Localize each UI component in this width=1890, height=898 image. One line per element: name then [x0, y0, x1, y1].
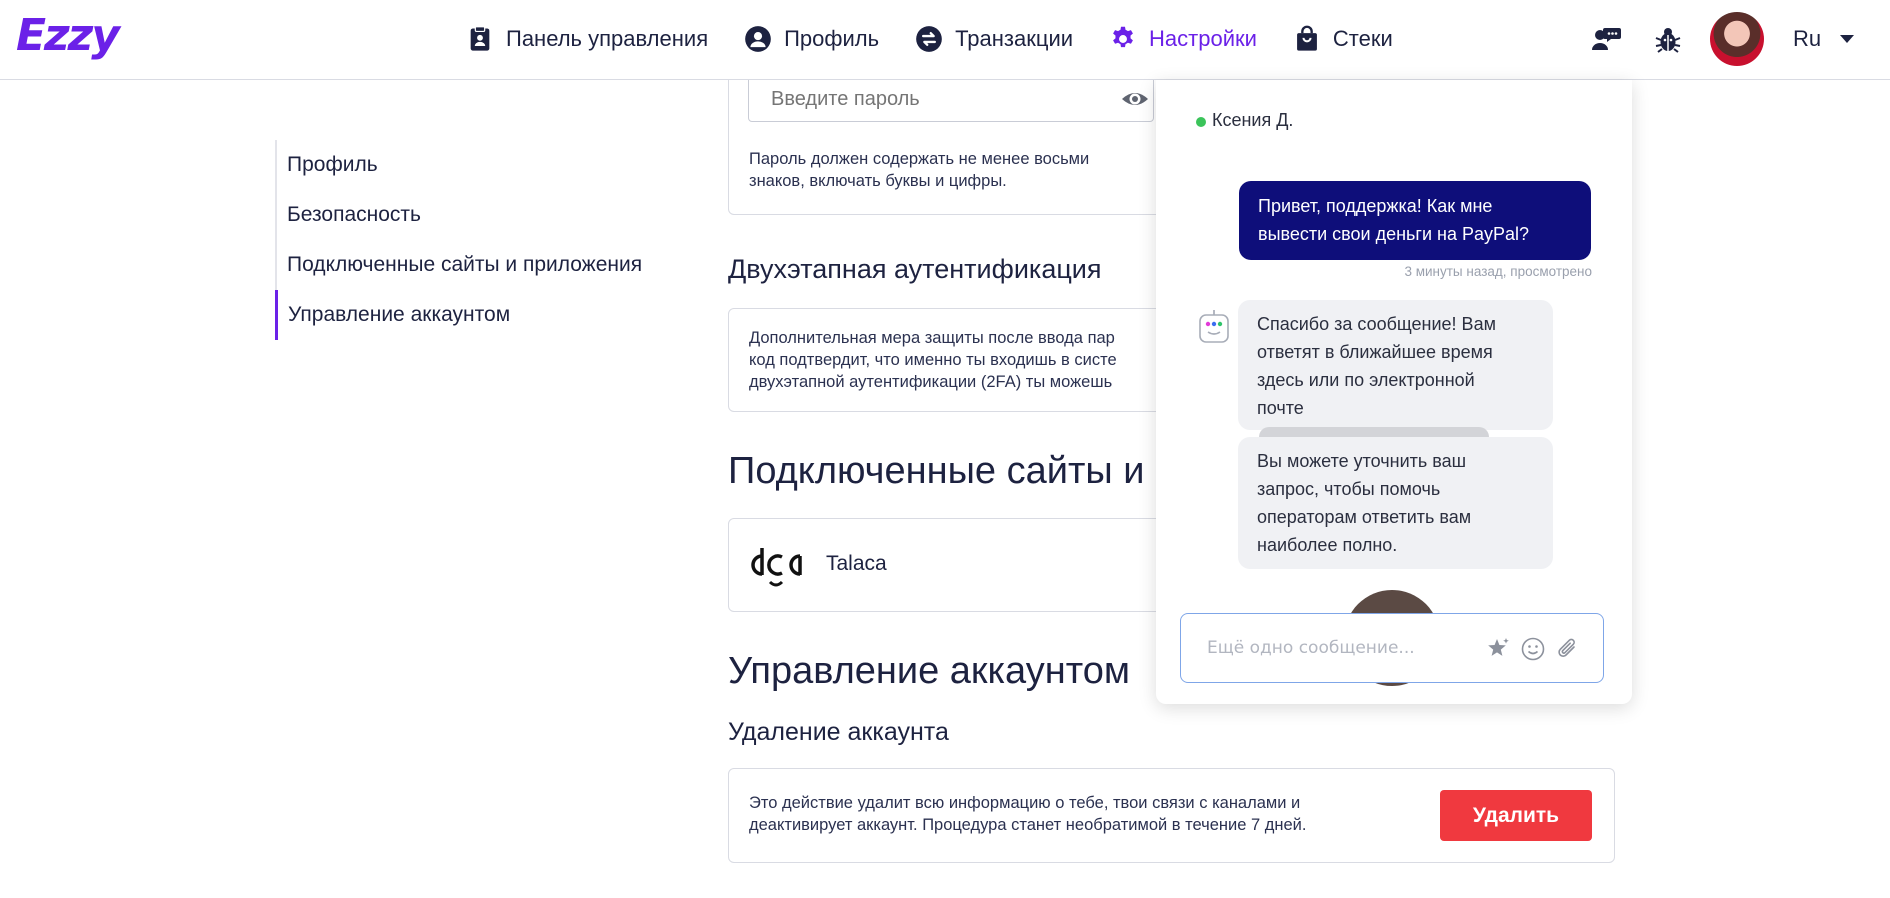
chevron-down-icon[interactable] [1840, 35, 1854, 43]
two-factor-line-3: двухэтапной аутентификации (2FA) ты може… [749, 373, 1113, 391]
bot-message-line: операторам ответить вам [1257, 507, 1472, 527]
user-circle-icon [745, 26, 771, 52]
talaca-logo-icon [751, 548, 802, 587]
clipboard-icon [470, 26, 490, 51]
user-avatar[interactable] [1710, 12, 1764, 66]
two-factor-line-2: код подтвердит, что именно ты входишь в … [749, 351, 1117, 369]
bot-avatar-icon [1199, 310, 1229, 343]
bot-message-bubble: Вы можете уточнить ваш запрос, чтобы пом… [1238, 437, 1553, 569]
delete-text-line-1: Это действие удалит всю информацию о теб… [749, 794, 1301, 812]
bot-message-line: здесь или по электронной [1257, 370, 1475, 390]
nav-item-dashboard[interactable]: Панель управления [466, 25, 708, 53]
bot-message-line: Вы можете уточнить ваш [1257, 451, 1467, 471]
nav-label: Стеки [1332, 26, 1393, 51]
nav-item-transactions[interactable]: Транзакции [915, 25, 1073, 53]
chat-message-input[interactable] [1205, 634, 1469, 662]
two-factor-title: Двухэтапная аутентификация [728, 254, 1102, 284]
delete-account-button[interactable]: Удалить [1440, 790, 1592, 841]
nav-label: Профиль [784, 26, 880, 51]
password-input[interactable] [748, 76, 1154, 122]
bot-message-line: ответят в ближайшее время [1257, 342, 1493, 362]
password-hint: Пароль должен содержать не менее восьми … [749, 150, 1090, 190]
settings-sidebar: Профиль Безопасность Подключенные сайты … [275, 140, 697, 340]
user-message-line: вывести свои деньги на PayPal? [1258, 224, 1530, 244]
sidebar-item-account-management[interactable]: Управление аккаунтом [275, 290, 697, 340]
main-nav: Панель управления Профиль Транзакции Нас… [466, 0, 1429, 78]
language-selector[interactable]: Ru [1793, 26, 1821, 52]
emoji-icon[interactable] [1520, 636, 1546, 662]
eye-icon[interactable] [1120, 84, 1150, 114]
star-magic-icon[interactable] [1486, 636, 1512, 662]
sidebar-item-connected-sites[interactable]: Подключенные сайты и приложения [277, 240, 697, 290]
exchange-icon [916, 26, 942, 52]
delete-text-line-2: деактивирует аккаунт. Процедура станет н… [749, 816, 1307, 834]
two-factor-line-1: Дополнительная мера защиты после ввода п… [749, 329, 1115, 347]
chat-input-box[interactable] [1180, 613, 1604, 683]
shopping-bag-icon [1297, 25, 1317, 51]
bot-message-line: почте [1257, 398, 1304, 418]
nav-label: Панель управления [506, 26, 709, 51]
nav-label: Настройки [1149, 26, 1257, 51]
top-header: Ezzy Панель управления Профиль Транзакци… [0, 0, 1890, 80]
bot-message-line: запрос, чтобы помочь [1257, 479, 1441, 499]
gear-icon [1113, 26, 1133, 48]
account-management-title: Управление аккаунтом [728, 650, 1130, 692]
online-status-dot [1196, 117, 1206, 127]
user-message-bubble: Привет, поддержка! Как мне вывести свои … [1239, 181, 1591, 260]
nav-item-stacks[interactable]: Стеки [1293, 25, 1393, 53]
nav-item-settings[interactable]: Настройки [1109, 25, 1257, 53]
connected-sites-title: Подключенные сайты и [728, 450, 1145, 492]
agent-name: Ксения Д. [1212, 110, 1294, 130]
bug-report-icon[interactable] [1652, 24, 1684, 56]
support-chat-widget: Ксения Д. Привет, поддержка! Как мне выв… [1156, 80, 1632, 704]
paperclip-icon[interactable] [1554, 636, 1580, 662]
bot-message-line: наиболее полно. [1257, 535, 1398, 555]
app-logo[interactable]: Ezzy [16, 14, 120, 58]
nav-label: Транзакции [955, 26, 1074, 51]
support-chat-icon[interactable] [1590, 24, 1622, 56]
nav-item-profile[interactable]: Профиль [744, 25, 879, 53]
delete-account-title: Удаление аккаунта [728, 718, 949, 746]
sidebar-item-profile[interactable]: Профиль [277, 140, 697, 190]
user-message-line: Привет, поддержка! Как мне [1258, 196, 1493, 216]
message-status: 3 минуты назад, просмотрено [1404, 264, 1592, 279]
bot-message-line: Спасибо за сообщение! Вам [1257, 314, 1496, 334]
bot-message-bubble: Спасибо за сообщение! Вам ответят в ближ… [1238, 300, 1553, 448]
connected-app-name: Talaca [826, 552, 887, 575]
sidebar-item-security[interactable]: Безопасность [277, 190, 697, 240]
